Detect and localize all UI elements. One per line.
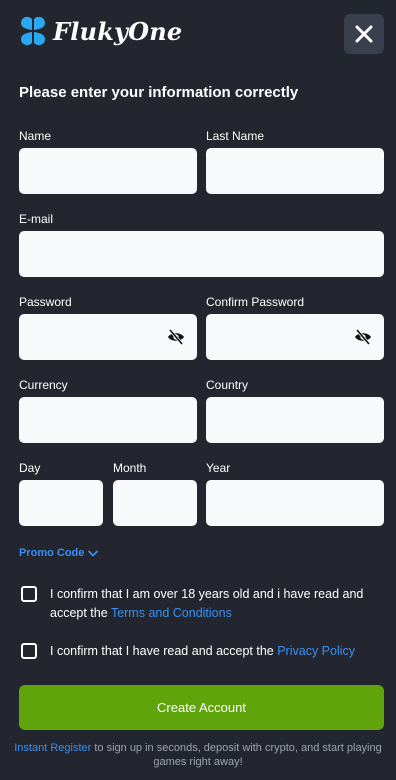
terms-link[interactable]: Terms and Conditions	[111, 606, 232, 620]
eye-slash-icon[interactable]	[354, 329, 372, 345]
promo-code-toggle[interactable]: Promo Code	[19, 547, 99, 559]
email-input[interactable]	[19, 231, 384, 277]
eye-slash-icon[interactable]	[167, 329, 185, 345]
privacy-consent-text: I confirm that I have read and accept th…	[50, 642, 370, 661]
last-name-input[interactable]	[206, 148, 384, 194]
currency-input[interactable]	[19, 397, 197, 443]
privacy-policy-link[interactable]: Privacy Policy	[277, 644, 355, 658]
day-label: Day	[19, 461, 41, 475]
last-name-field[interactable]	[206, 148, 384, 194]
currency-label: Currency	[19, 378, 68, 392]
name-field[interactable]	[19, 148, 197, 194]
footer-note: Instant Register to sign up in seconds, …	[14, 741, 382, 769]
instant-register-link[interactable]: Instant Register	[14, 742, 91, 754]
name-label: Name	[19, 129, 52, 143]
email-field[interactable]	[19, 231, 384, 277]
age-consent-row: I confirm that I am over 18 years old an…	[21, 585, 370, 623]
currency-select[interactable]	[19, 397, 197, 443]
confirm-password-field[interactable]	[206, 314, 384, 360]
year-select[interactable]	[206, 480, 384, 526]
month-label: Month	[113, 461, 147, 475]
close-button[interactable]	[344, 14, 384, 54]
privacy-consent-row: I confirm that I have read and accept th…	[21, 642, 370, 661]
form-title: Please enter your information correctly	[19, 84, 299, 101]
confirm-password-label: Confirm Password	[206, 295, 305, 309]
country-label: Country	[206, 378, 249, 392]
month-input[interactable]	[113, 480, 197, 526]
create-account-button[interactable]: Create Account	[19, 685, 384, 730]
privacy-consent-label: I confirm that I have read and accept th…	[50, 644, 278, 658]
password-field[interactable]	[19, 314, 197, 360]
clover-logo-icon	[21, 16, 45, 46]
promo-code-label: Promo Code	[19, 547, 85, 559]
year-input[interactable]	[206, 480, 384, 526]
close-icon	[355, 25, 373, 43]
month-select[interactable]	[113, 480, 197, 526]
password-label: Password	[19, 295, 72, 309]
email-label: E-mail	[19, 212, 54, 226]
age-consent-checkbox[interactable]	[21, 586, 37, 602]
header: FlukyOne	[0, 0, 396, 70]
brand-name: FlukyOne	[53, 16, 183, 46]
day-input[interactable]	[19, 480, 103, 526]
registration-page: FlukyOne Please enter your information c…	[0, 0, 396, 780]
age-consent-text: I confirm that I am over 18 years old an…	[50, 585, 370, 623]
footer-text: to sign up in seconds, deposit with cryp…	[91, 742, 382, 768]
chevron-down-icon	[88, 550, 99, 557]
year-label: Year	[206, 461, 231, 475]
name-input[interactable]	[19, 148, 197, 194]
privacy-consent-checkbox[interactable]	[21, 643, 37, 659]
day-select[interactable]	[19, 480, 103, 526]
country-select[interactable]	[206, 397, 384, 443]
brand-logo[interactable]: FlukyOne	[19, 16, 182, 46]
country-input[interactable]	[206, 397, 384, 443]
last-name-label: Last Name	[206, 129, 265, 143]
